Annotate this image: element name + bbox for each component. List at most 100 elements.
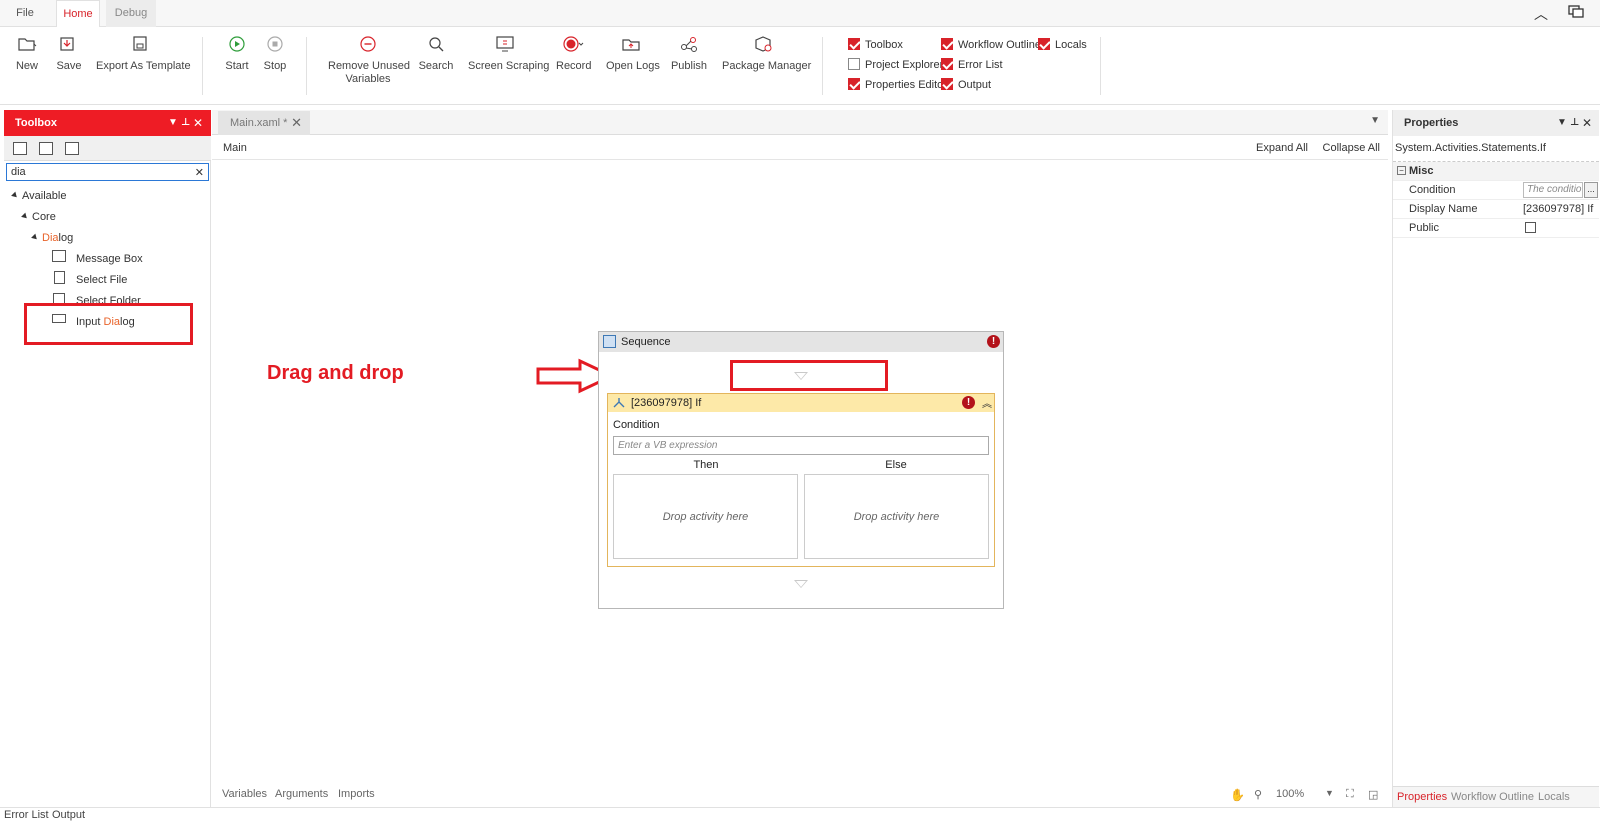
error-icon[interactable]: !	[962, 396, 975, 409]
record-button[interactable]: Record	[556, 35, 591, 73]
close-icon[interactable]: ✕	[1582, 110, 1592, 136]
start-button[interactable]: Start	[224, 35, 250, 73]
expanded-triangle-icon	[21, 212, 29, 221]
error-icon[interactable]: !	[987, 335, 1000, 348]
stop-button[interactable]: Stop	[262, 35, 288, 73]
fit-to-screen-icon[interactable]: ⛶	[1346, 788, 1354, 801]
checkbox-icon	[848, 38, 860, 50]
panel-toggle-output[interactable]: Output	[941, 78, 991, 92]
tab-error-list[interactable]: Error List	[4, 809, 49, 821]
remove-unused-variables-button[interactable]: Remove Unused Variables	[328, 35, 410, 86]
package-manager-label: Package Manager	[722, 60, 812, 72]
condition-value-input[interactable]: The conditio	[1523, 182, 1583, 198]
export-template-button[interactable]: Export As Template	[96, 35, 191, 73]
remove-unused-label-1: Remove Unused	[328, 60, 410, 72]
breadcrumb[interactable]: Main	[223, 142, 247, 154]
collapse-icon[interactable]	[39, 142, 53, 155]
properties-type: System.Activities.Statements.If	[1395, 142, 1546, 154]
tab-properties[interactable]: Properties	[1397, 791, 1447, 803]
dropdown-icon[interactable]: ▼	[168, 110, 178, 136]
close-icon[interactable]: ✕	[193, 110, 203, 136]
zoom-dropdown-icon[interactable]: ▼	[1325, 788, 1334, 798]
tab-home[interactable]: Home	[56, 0, 100, 28]
public-checkbox[interactable]	[1525, 222, 1536, 233]
panel-toggle-project-explorer[interactable]: Project Explorer	[848, 58, 943, 72]
tab-file[interactable]: File	[6, 0, 44, 27]
if-activity[interactable]: [236097978] If ! ︽ Condition Enter a VB …	[607, 393, 995, 567]
display-name-value[interactable]: [236097978] If	[1523, 200, 1597, 218]
toolbox-search-input[interactable]: dia ✕	[6, 163, 209, 181]
pin-icon[interactable]: ⊥	[1570, 110, 1579, 136]
record-icon	[563, 36, 584, 52]
drop-point-icon[interactable]	[794, 580, 808, 588]
panel-toggle-output-label: Output	[958, 79, 992, 91]
if-icon	[613, 398, 625, 408]
open-logs-button[interactable]: Open Logs	[606, 35, 660, 73]
tab-debug[interactable]: Debug	[106, 0, 156, 27]
clear-icon[interactable]: ✕	[195, 165, 204, 181]
highlight-box-drop-target	[730, 360, 888, 391]
list-view-icon[interactable]	[65, 142, 79, 155]
expression-editor-button[interactable]: ...	[1584, 182, 1598, 198]
panel-toggle-properties-editor[interactable]: Properties Editor	[848, 78, 947, 92]
sequence-header[interactable]: Sequence !	[599, 332, 1003, 352]
collapse-all-link[interactable]: Collapse All	[1323, 142, 1380, 154]
start-label: Start	[225, 60, 249, 72]
close-icon[interactable]: ✕	[291, 111, 302, 135]
checkbox-icon	[941, 78, 953, 90]
if-header[interactable]: [236097978] If ! ︽	[608, 394, 994, 412]
tab-output[interactable]: Output	[52, 809, 85, 821]
stop-label: Stop	[263, 60, 287, 72]
condition-input[interactable]: Enter a VB expression	[613, 436, 989, 455]
activity-select-file[interactable]: Select File	[76, 273, 127, 287]
panel-toggle-error-list[interactable]: Error List	[941, 58, 1003, 72]
variables-tab[interactable]: Variables	[222, 788, 267, 800]
expand-icon[interactable]	[13, 142, 27, 155]
export-template-label: Export As Template	[96, 60, 191, 72]
publish-icon	[681, 37, 697, 52]
zoom-icon[interactable]: ⚲	[1254, 788, 1262, 801]
else-drop-area[interactable]: Drop activity here	[804, 474, 989, 559]
publish-button[interactable]: Publish	[670, 35, 708, 73]
tree-node-dialog-match: Dia	[42, 232, 59, 244]
overview-icon[interactable]: ◲	[1368, 788, 1378, 801]
panel-toggle-toolbox[interactable]: Toolbox	[848, 38, 903, 52]
search-button[interactable]: Search	[418, 35, 454, 73]
expand-all-link[interactable]: Expand All	[1256, 142, 1308, 154]
property-row-display-name: Display Name [236097978] If	[1393, 200, 1599, 219]
hand-icon[interactable]: ✋	[1230, 788, 1245, 802]
panel-toggle-workflow-outline[interactable]: Workflow Outline	[941, 38, 1041, 52]
save-button[interactable]: Save	[56, 35, 82, 73]
toolbox-title: Toolbox	[15, 117, 57, 129]
activity-message-box[interactable]: Message Box	[76, 252, 143, 266]
sequence-activity[interactable]: Sequence ! [236097978] If ! ︽ Condition …	[598, 331, 1004, 609]
collapse-ribbon-icon[interactable]: ︿	[1534, 4, 1548, 24]
property-row-public: Public	[1393, 219, 1599, 238]
collapse-icon[interactable]: −	[1397, 166, 1406, 175]
tab-main-xaml[interactable]: Main.xaml * ✕	[218, 111, 310, 135]
tree-node-dialog[interactable]: Dialog	[31, 231, 73, 245]
zoom-level[interactable]: 100%	[1276, 788, 1304, 800]
tab-list-icon[interactable]: ▼	[1370, 115, 1380, 126]
tree-node-core[interactable]: Core	[21, 210, 56, 224]
category-misc[interactable]: − Misc	[1393, 162, 1599, 181]
sequence-title: Sequence	[621, 336, 671, 348]
tree-node-available[interactable]: Available	[11, 189, 66, 203]
new-button[interactable]: New	[14, 35, 40, 73]
collapse-chevron-icon[interactable]: ︽	[982, 396, 992, 414]
screen-scraping-button[interactable]: Screen Scraping	[468, 35, 549, 73]
tab-workflow-outline[interactable]: Workflow Outline	[1451, 791, 1534, 803]
panels-icon[interactable]	[1568, 5, 1584, 19]
package-manager-button[interactable]: Package Manager	[722, 35, 812, 73]
tab-locals[interactable]: Locals	[1538, 791, 1570, 803]
pin-icon[interactable]: ⊥	[181, 110, 190, 136]
then-drop-area[interactable]: Drop activity here	[613, 474, 798, 559]
tab-main-xaml-label: Main.xaml *	[230, 117, 288, 129]
dropdown-icon[interactable]: ▼	[1557, 110, 1567, 136]
panel-toggle-locals[interactable]: Locals	[1038, 38, 1087, 52]
remove-unused-label-2: Variables	[345, 73, 391, 85]
arguments-tab[interactable]: Arguments	[275, 788, 328, 800]
imports-tab[interactable]: Imports	[338, 788, 375, 800]
drop-point-icon[interactable]	[794, 372, 808, 380]
toolbox-header: Toolbox ▼ ⊥ ✕	[4, 110, 211, 136]
